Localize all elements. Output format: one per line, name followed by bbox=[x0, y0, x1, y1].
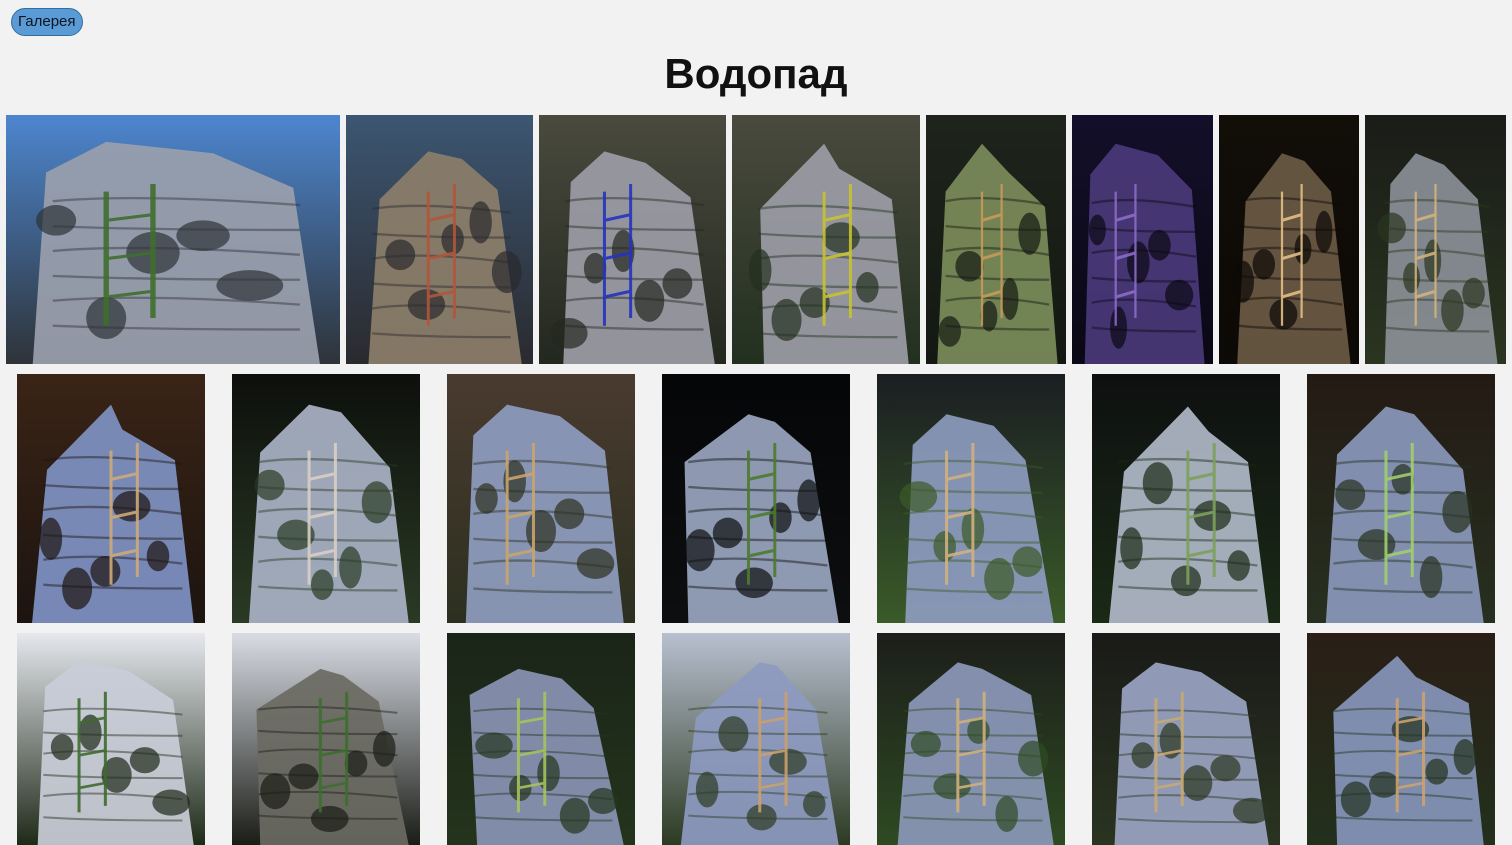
gallery-photo[interactable] bbox=[1219, 115, 1359, 364]
gallery-photo[interactable] bbox=[877, 374, 1065, 623]
gallery-photo[interactable] bbox=[662, 374, 850, 623]
gallery-photo[interactable] bbox=[1307, 633, 1495, 845]
gallery-photo[interactable] bbox=[17, 633, 205, 845]
gallery-photo[interactable] bbox=[1092, 633, 1280, 845]
gallery-photo[interactable] bbox=[6, 115, 340, 364]
gallery-photo[interactable] bbox=[346, 115, 533, 364]
gallery-photo[interactable] bbox=[447, 633, 635, 845]
gallery-photo[interactable] bbox=[447, 374, 635, 623]
gallery-photo[interactable] bbox=[1307, 374, 1495, 623]
gallery-photo[interactable] bbox=[1092, 374, 1280, 623]
gallery-photo[interactable] bbox=[1072, 115, 1213, 364]
gallery-photo[interactable] bbox=[662, 633, 850, 845]
gallery-photo[interactable] bbox=[732, 115, 920, 364]
gallery-photo[interactable] bbox=[539, 115, 726, 364]
gallery-photo[interactable] bbox=[232, 633, 420, 845]
gallery-photo[interactable] bbox=[877, 633, 1065, 845]
back-to-gallery-button[interactable]: Галерея bbox=[11, 8, 83, 36]
page-title: Водопад bbox=[664, 50, 848, 97]
gallery-photo[interactable] bbox=[926, 115, 1066, 364]
gallery-photo[interactable] bbox=[232, 374, 420, 623]
gallery-photo[interactable] bbox=[17, 374, 205, 623]
gallery-photo[interactable] bbox=[1365, 115, 1506, 364]
